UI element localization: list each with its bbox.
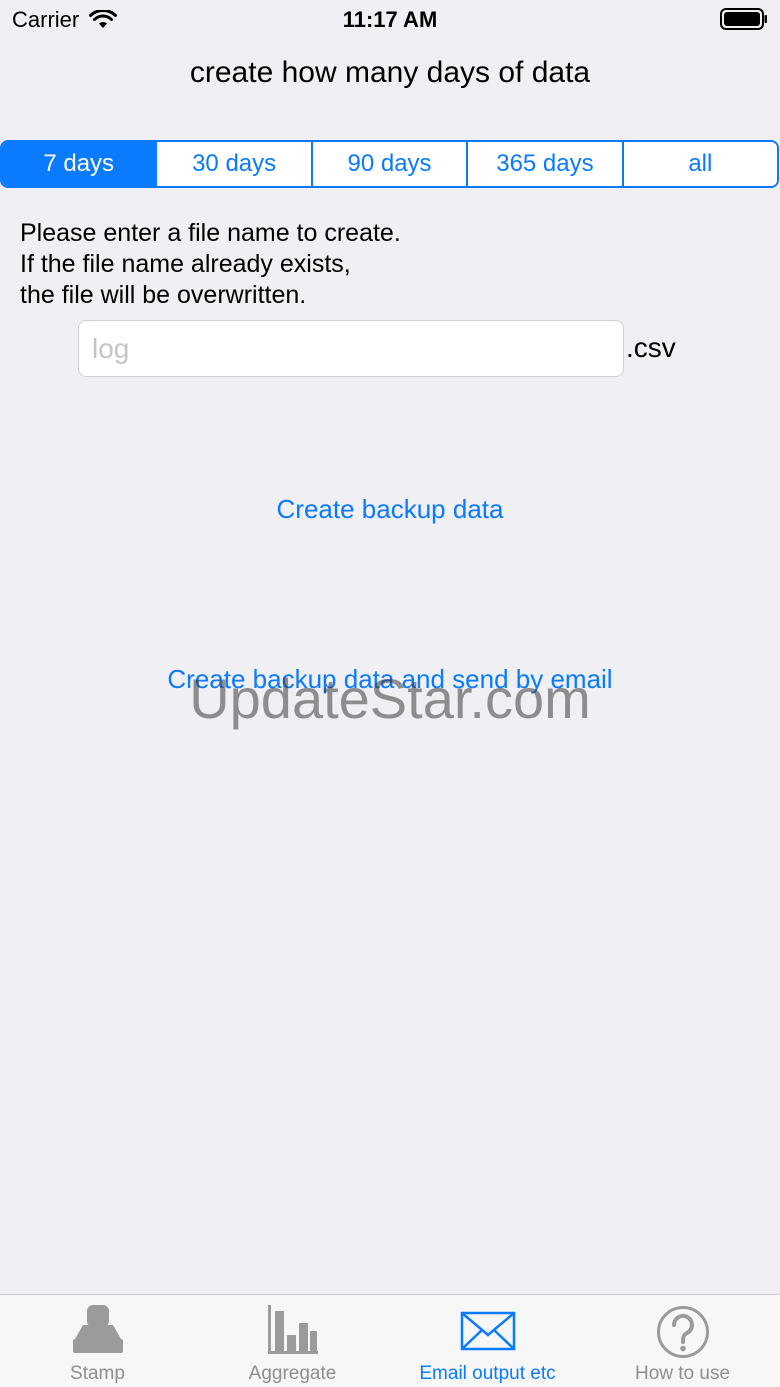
instructions-line: If the file name already exists, <box>20 250 351 278</box>
segment-30-days[interactable]: 30 days <box>155 142 311 186</box>
tab-label: Email output etc <box>419 1363 556 1384</box>
tab-aggregate[interactable]: Aggregate <box>195 1295 390 1387</box>
create-backup-button[interactable]: Create backup data <box>0 494 780 525</box>
segment-all[interactable]: all <box>621 142 777 186</box>
instructions-line: the file will be overwritten. <box>20 281 307 309</box>
tab-label: Aggregate <box>248 1363 337 1384</box>
filename-input[interactable] <box>78 320 624 377</box>
battery-icon <box>720 8 767 30</box>
page-title: create how many days of data <box>189 56 591 89</box>
tab-how-to-use[interactable]: How to use <box>585 1295 780 1387</box>
stamp-icon <box>72 1305 123 1353</box>
segment-90-days[interactable]: 90 days <box>310 142 467 186</box>
tab-label: Stamp <box>70 1363 125 1384</box>
create-backup-email-button[interactable]: Create backup data and send by email <box>0 664 780 695</box>
file-extension-label: .csv <box>626 332 676 363</box>
days-segmented-control: 7 days 30 days 90 days 365 days all <box>0 140 779 188</box>
screen: Carrier 11:17 AM create how many days of… <box>0 0 780 1387</box>
instructions-line: Please enter a file name to create. <box>20 219 401 247</box>
question-circle-icon <box>656 1306 709 1358</box>
segment-7-days[interactable]: 7 days <box>2 142 156 186</box>
bar-chart-icon <box>267 1305 318 1354</box>
status-time: 11:17 AM <box>342 7 438 32</box>
tab-bar: Stamp Aggregate Email output etc How to … <box>0 1294 780 1387</box>
tab-email-output[interactable]: Email output etc <box>390 1295 585 1387</box>
segment-365-days[interactable]: 365 days <box>466 142 622 186</box>
status-bar: Carrier 11:17 AM <box>0 0 780 40</box>
tab-label: How to use <box>634 1363 731 1384</box>
tab-stamp[interactable]: Stamp <box>0 1295 195 1387</box>
instructions-text: Please enter a file name to create. If t… <box>20 218 401 311</box>
envelope-icon <box>460 1311 515 1351</box>
